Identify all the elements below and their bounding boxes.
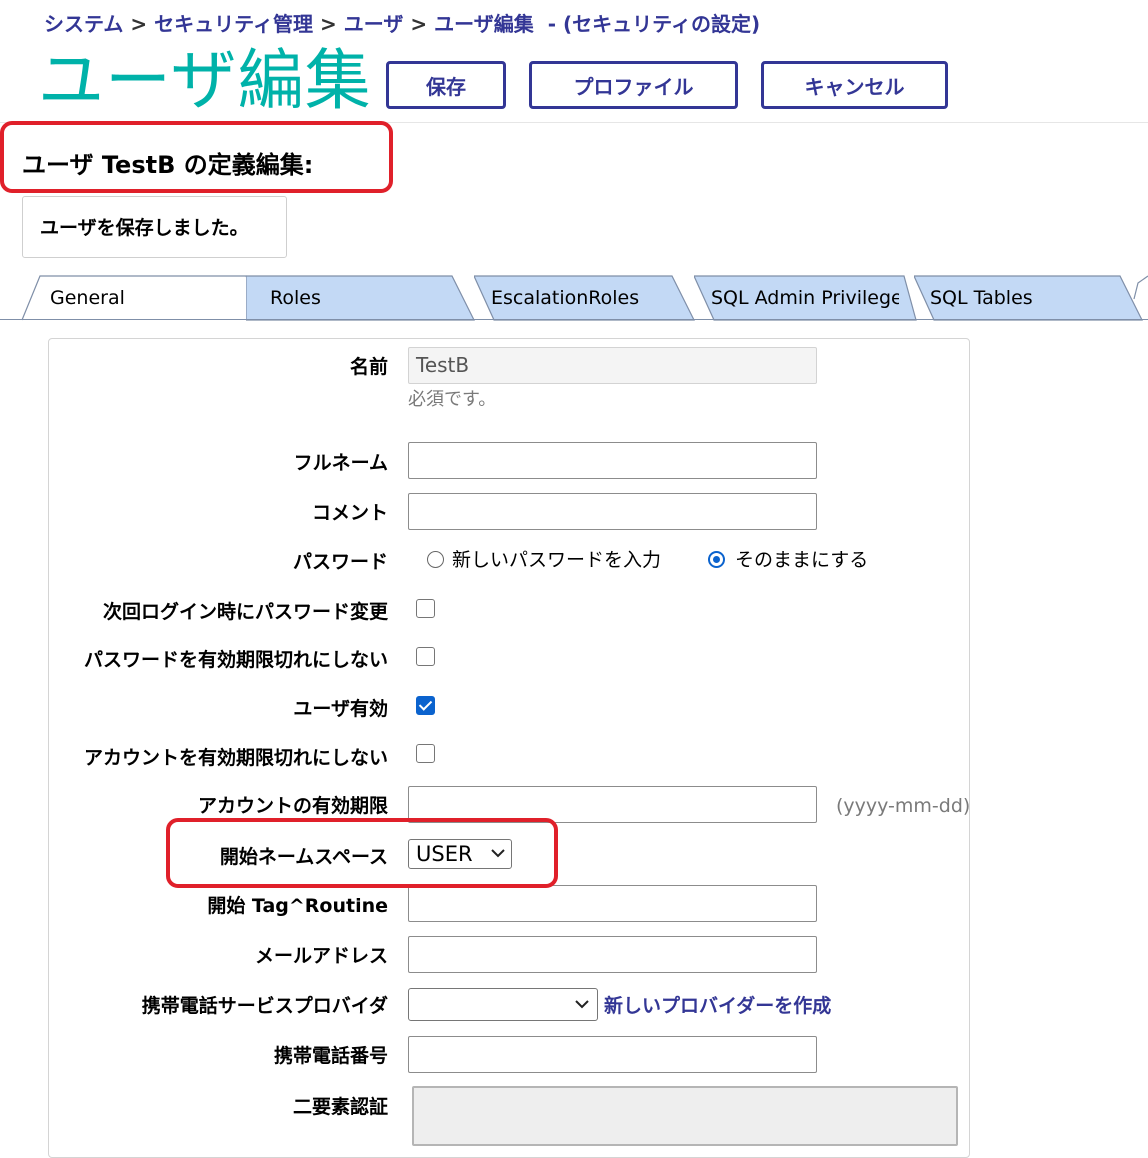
tab-sql-tables[interactable]: SQL Tables xyxy=(914,275,1148,321)
tab-baseline xyxy=(0,319,1148,320)
highlight-namespace-annotation xyxy=(166,818,558,888)
two-factor-label: 二要素認証 xyxy=(292,1096,388,1118)
change-password-label: 次回ログイン時にパスワード変更 xyxy=(102,601,388,623)
new-password-option-label: 新しいパスワードを入力 xyxy=(452,549,662,571)
profile-button[interactable]: プロファイル xyxy=(529,61,738,109)
user-enabled-label: ユーザ有効 xyxy=(293,698,388,720)
breadcrumb-note: - (セキュリティの設定) xyxy=(547,12,761,36)
full-name-label: フルネーム xyxy=(293,452,388,474)
email-field[interactable] xyxy=(408,936,817,973)
cancel-button[interactable]: キャンセル xyxy=(761,61,948,109)
tab-general[interactable]: General xyxy=(20,275,270,321)
tab-label: General xyxy=(50,287,125,309)
tab-roles[interactable]: Roles xyxy=(246,275,478,321)
save-message: ユーザを保存しました。 xyxy=(22,196,287,258)
name-label: 名前 xyxy=(349,356,388,378)
tab-label: SQL Admin Privilege xyxy=(711,287,899,309)
tab-label: SQL Tables xyxy=(930,287,1033,309)
password-never-expires-checkbox[interactable] xyxy=(416,647,435,666)
breadcrumb-edit-user-link[interactable]: ユーザ編集 xyxy=(434,12,534,36)
mobile-carrier-label: 携帯電話サービスプロバイダ xyxy=(141,995,388,1017)
date-format-hint: (yyyy-mm-dd) xyxy=(836,795,971,817)
email-label: メールアドレス xyxy=(254,945,388,967)
password-label: パスワード xyxy=(292,551,388,573)
change-password-checkbox[interactable] xyxy=(416,599,435,618)
account-never-expires-label: アカウントを有効期限切れにしない xyxy=(83,747,388,769)
breadcrumb-separator: > xyxy=(410,12,428,36)
tab-bar: General Roles EscalationRoles SQL Admin … xyxy=(0,275,1148,321)
start-routine-field[interactable] xyxy=(408,885,817,922)
keep-password-radio[interactable] xyxy=(708,551,725,568)
create-provider-link[interactable]: 新しいプロバイダーを作成 xyxy=(604,991,831,1018)
breadcrumb-separator: > xyxy=(130,12,148,36)
new-password-radio[interactable] xyxy=(427,551,444,568)
tab-sql-admin-privilege[interactable]: SQL Admin Privilege xyxy=(694,275,920,321)
mobile-number-field[interactable] xyxy=(408,1036,817,1073)
comment-field[interactable] xyxy=(408,493,817,530)
mobile-number-label: 携帯電話番号 xyxy=(273,1045,388,1067)
name-field: TestB xyxy=(408,347,817,384)
breadcrumb-users-link[interactable]: ユーザ xyxy=(344,12,404,36)
breadcrumb-separator: > xyxy=(319,12,337,36)
password-never-expires-label: パスワードを有効期限切れにしない xyxy=(83,649,388,671)
user-enabled-checkbox[interactable] xyxy=(416,696,435,715)
tab-label: Roles xyxy=(270,287,321,309)
tab-escalation-roles[interactable]: EscalationRoles xyxy=(474,275,698,321)
chevron-down-icon xyxy=(575,1000,589,1009)
breadcrumb: システム > セキュリティ管理 > ユーザ > ユーザ編集 - (セキュリティの設定) xyxy=(44,8,760,37)
two-factor-box xyxy=(412,1086,958,1146)
mobile-carrier-select[interactable] xyxy=(408,988,598,1021)
save-button[interactable]: 保存 xyxy=(386,61,506,109)
tab-label: EscalationRoles xyxy=(491,287,640,309)
breadcrumb-security-link[interactable]: セキュリティ管理 xyxy=(154,12,313,36)
account-never-expires-checkbox[interactable] xyxy=(416,744,435,763)
keep-password-option-label: そのままにする xyxy=(735,549,869,571)
required-hint: 必須です。 xyxy=(408,389,497,410)
highlight-title-annotation xyxy=(0,121,393,193)
page-title: ユーザ編集 xyxy=(38,42,372,119)
start-routine-label: 開始 Tag^Routine xyxy=(207,895,388,917)
full-name-field[interactable] xyxy=(408,442,817,479)
breadcrumb-system-link[interactable]: システム xyxy=(44,12,123,36)
comment-label: コメント xyxy=(311,502,388,524)
account-expiration-label: アカウントの有効期限 xyxy=(197,795,388,817)
